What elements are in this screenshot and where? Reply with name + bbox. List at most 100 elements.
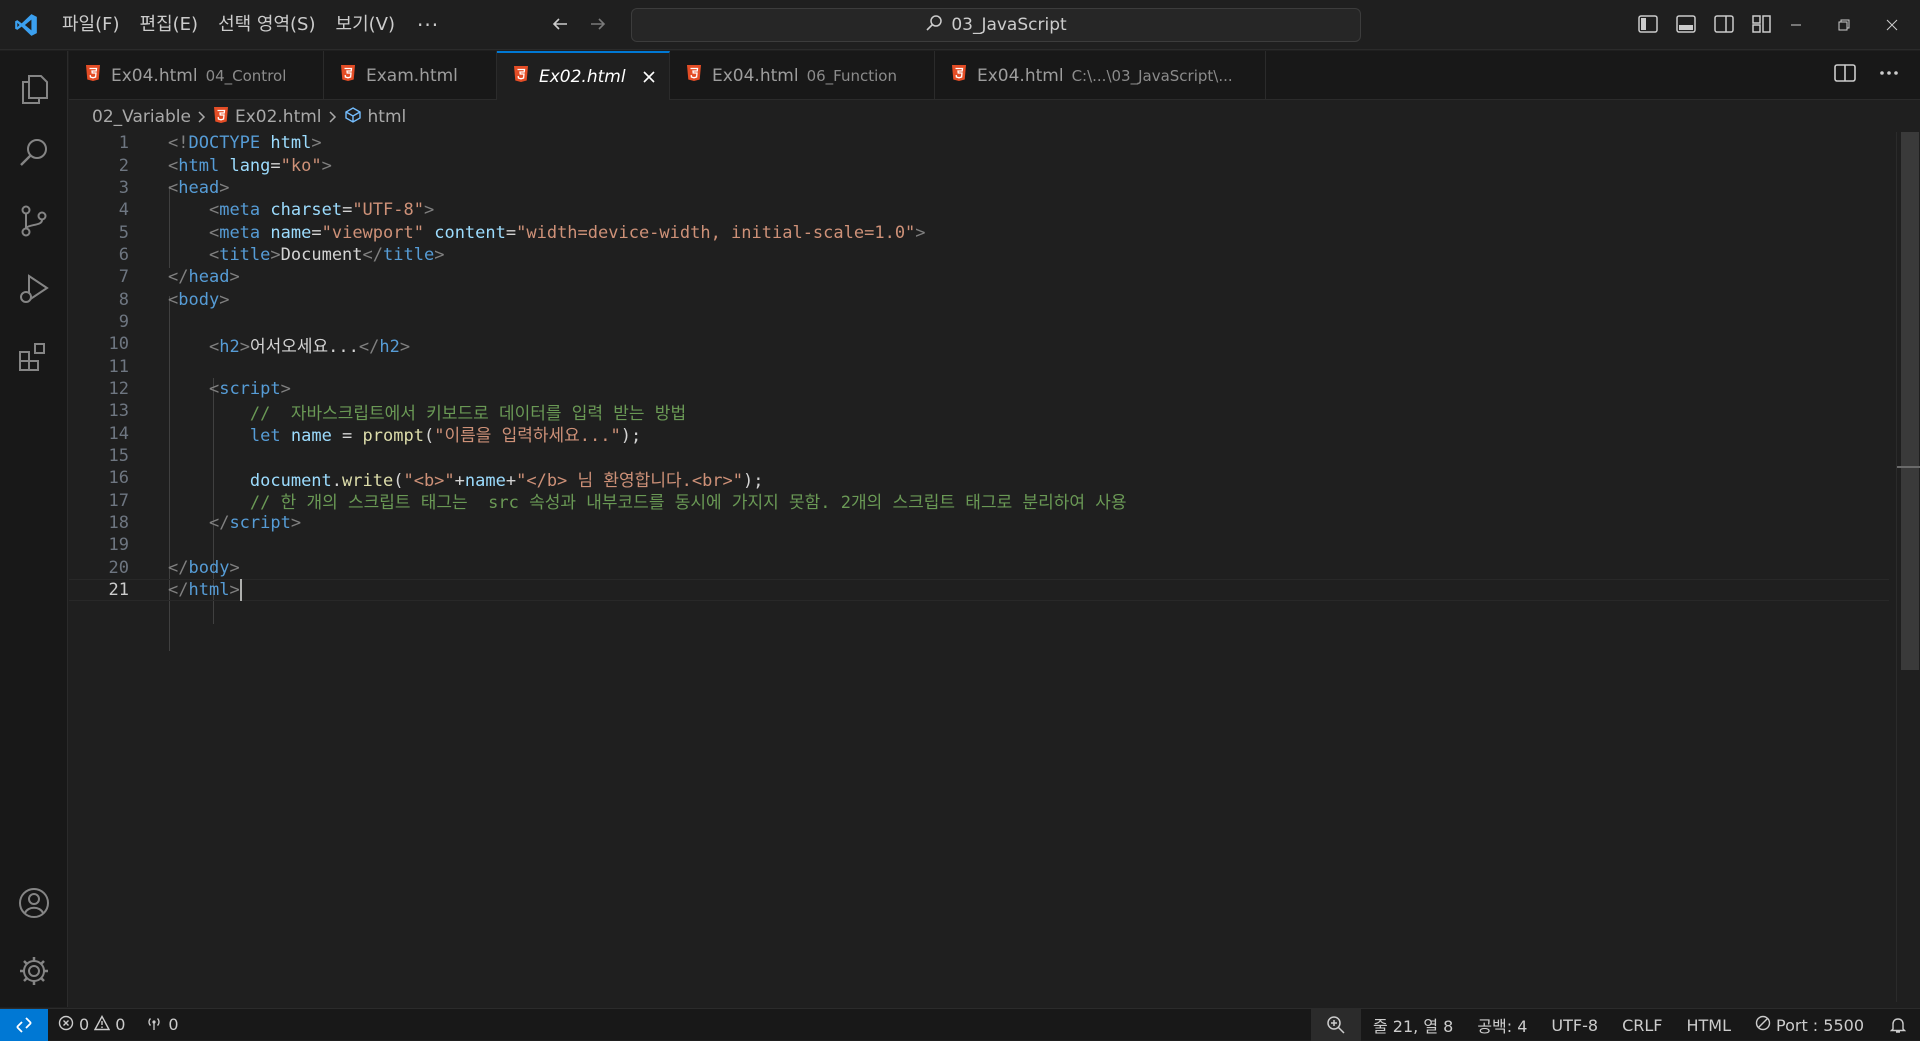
- breadcrumb-file[interactable]: Ex02.html: [235, 107, 322, 127]
- split-editor-icon[interactable]: [1834, 63, 1856, 87]
- notifications-bell-icon[interactable]: [1876, 1009, 1920, 1041]
- line-number: 3: [118, 177, 129, 198]
- indentation[interactable]: 공백: 4: [1465, 1009, 1539, 1041]
- code-token: </: [208, 513, 230, 534]
- line-number: 10: [108, 334, 129, 355]
- scrollbar-thumb[interactable]: [1901, 132, 1919, 670]
- code-token: // 한 개의 스크립트 태그는 src 속성과 내부코드를 동시에 가지지 못…: [249, 493, 1127, 514]
- menu-more-button[interactable]: ···: [405, 13, 451, 37]
- editor-scrollbar[interactable]: [1896, 132, 1920, 1002]
- menu-selection[interactable]: 선택 영역(S): [208, 8, 325, 42]
- code-line[interactable]: 13 // 자바스크립트에서 키보드로 데이터를 입력 받는 방법: [69, 400, 1889, 424]
- code-line[interactable]: 15: [69, 445, 1889, 467]
- code-text: <meta charset="UTF-8">: [168, 200, 434, 220]
- minimize-icon[interactable]: [1772, 0, 1820, 50]
- code-line[interactable]: 18 </script>: [69, 512, 1889, 534]
- code-line[interactable]: 4 <meta charset="UTF-8">: [69, 199, 1889, 221]
- code-token: "UTF-8": [352, 200, 424, 221]
- menu-edit[interactable]: 편집(E): [130, 8, 209, 42]
- breadcrumb-folder[interactable]: 02_Variable: [92, 107, 191, 127]
- code-token: "ko": [280, 155, 322, 176]
- line-number: 6: [118, 244, 129, 265]
- live-server-label: Port : 5500: [1776, 1015, 1864, 1035]
- source-control-icon[interactable]: [0, 189, 68, 253]
- run-debug-icon[interactable]: [0, 257, 68, 321]
- tab-ex02-active[interactable]: Ex02.html: [497, 51, 670, 100]
- code-token: </: [358, 336, 380, 357]
- zoom-icon[interactable]: [1310, 1009, 1361, 1041]
- language-mode[interactable]: HTML: [1674, 1009, 1743, 1041]
- command-center-search[interactable]: 03_JavaScript: [631, 8, 1361, 42]
- menu-file[interactable]: 파일(F): [52, 8, 130, 42]
- forward-arrow-icon[interactable]: [586, 12, 610, 36]
- text-cursor: [239, 579, 242, 602]
- line-number: 5: [118, 222, 129, 243]
- code-token: h2: [219, 336, 240, 357]
- code-line[interactable]: 6 <title>Document</title>: [69, 244, 1889, 266]
- tab-ex04-javascript[interactable]: Ex04.html C:\...\03_JavaScript\...: [935, 51, 1266, 100]
- cursor-position[interactable]: 줄 21, 열 8: [1361, 1009, 1465, 1041]
- close-window-icon[interactable]: [1868, 0, 1916, 50]
- code-line[interactable]: 9: [69, 311, 1889, 333]
- code-line[interactable]: 20 </body>: [69, 557, 1889, 579]
- toggle-panel-icon[interactable]: [1674, 12, 1698, 36]
- code-editor[interactable]: 1 <!DOCTYPE html> 2 <html lang="ko"> 3 <head>…: [69, 132, 1889, 1002]
- code-token: script: [219, 379, 281, 400]
- encoding[interactable]: UTF-8: [1539, 1009, 1610, 1041]
- toggle-secondary-sidebar-icon[interactable]: [1712, 12, 1736, 36]
- code-line[interactable]: 14 let name = prompt("이름을 입력하세요...");: [69, 423, 1889, 447]
- problems-indicator[interactable]: 0 0: [48, 1009, 135, 1041]
- line-number: 19: [108, 535, 129, 556]
- manage-gear-icon[interactable]: [0, 939, 68, 1003]
- code-line[interactable]: 21 </html>: [69, 579, 1889, 602]
- menu-view[interactable]: 보기(V): [326, 8, 405, 42]
- code-line[interactable]: 12 <script>: [69, 378, 1889, 400]
- code-text: </body>: [168, 558, 240, 578]
- line-number: 14: [108, 423, 129, 444]
- end-of-line[interactable]: CRLF: [1610, 1009, 1674, 1041]
- ports-indicator[interactable]: 0: [135, 1009, 188, 1041]
- code-token: =: [331, 426, 363, 447]
- tab-ex04-control[interactable]: Ex04.html 04_Control: [69, 51, 324, 100]
- back-arrow-icon[interactable]: [548, 12, 572, 36]
- tab-exam[interactable]: Exam.html: [324, 51, 497, 100]
- toggle-primary-sidebar-icon[interactable]: [1636, 12, 1660, 36]
- code-line[interactable]: 16 document.write("<b>"+name+"</b> 님 환영합…: [69, 467, 1889, 491]
- breadcrumb-symbol[interactable]: html: [368, 107, 407, 127]
- code-line[interactable]: 7 </head>: [69, 266, 1889, 288]
- code-line[interactable]: 2 <html lang="ko">: [69, 154, 1889, 176]
- code-token: "width=device-width, initial-scale=1.0": [516, 222, 916, 243]
- line-number: 11: [108, 356, 129, 377]
- code-line[interactable]: 17 // 한 개의 스크립트 태그는 src 속성과 내부코드를 동시에 가지…: [69, 490, 1889, 514]
- live-server-port[interactable]: Port : 5500: [1743, 1009, 1876, 1041]
- code-line[interactable]: 8 <body>: [69, 288, 1889, 310]
- customize-layout-icon[interactable]: [1750, 12, 1774, 36]
- code-token: body: [188, 557, 230, 578]
- line-number: 1: [118, 133, 129, 154]
- code-line[interactable]: 19: [69, 534, 1889, 556]
- extensions-icon[interactable]: [0, 325, 68, 389]
- explorer-icon[interactable]: [0, 57, 68, 121]
- tab-ex04-function[interactable]: Ex04.html 06_Function: [670, 51, 935, 100]
- remote-indicator-icon[interactable]: [0, 1008, 48, 1041]
- close-tab-icon[interactable]: [642, 67, 656, 87]
- code-line[interactable]: 3 <head>: [69, 177, 1889, 199]
- code-line[interactable]: 10 <h2>어서오세요...</h2>: [69, 333, 1889, 357]
- more-actions-icon[interactable]: [1878, 63, 1900, 87]
- search-view-icon[interactable]: [0, 121, 68, 185]
- restore-icon[interactable]: [1820, 0, 1868, 50]
- code-line[interactable]: 11: [69, 356, 1889, 378]
- editor-tab-bar: Ex04.html 04_Control Exam.html Ex02.html…: [69, 51, 1920, 100]
- code-token: html: [270, 133, 312, 154]
- accounts-icon[interactable]: [0, 871, 68, 935]
- code-token: >: [229, 580, 240, 601]
- code-line[interactable]: 1 <!DOCTYPE html>: [69, 132, 1889, 154]
- code-line[interactable]: 5 <meta name="viewport" content="width=d…: [69, 221, 1889, 243]
- code-token: </: [168, 580, 189, 601]
